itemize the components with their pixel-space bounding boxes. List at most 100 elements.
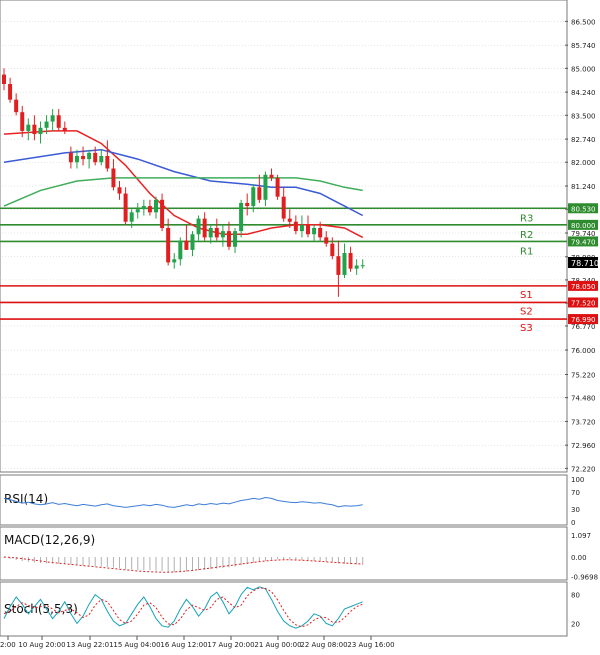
rsi-tick-label: 0 — [571, 519, 575, 527]
candle-body — [318, 227, 323, 238]
candle-body — [8, 83, 13, 100]
candle-body — [166, 227, 171, 263]
level-name-s2: S2 — [520, 306, 533, 317]
price-tick-label: 86.500 — [571, 18, 596, 26]
candle-body — [330, 243, 335, 257]
candle-body — [354, 265, 359, 269]
price-tick-label: 72.960 — [571, 442, 596, 450]
candle-body — [251, 187, 256, 207]
candle-body — [50, 115, 55, 122]
candle-body — [208, 227, 213, 238]
candle-body — [360, 265, 365, 267]
level-value-label: 76.990 — [571, 316, 596, 324]
chart-canvas: 86.500 85.740 85.000 84.240 83.500 82.740 82.0… — [0, 0, 600, 651]
candle-body — [147, 206, 152, 213]
rsi-tick-label: 30 — [571, 506, 580, 514]
candle-body — [342, 253, 347, 275]
current-price-marker: 78.710 — [568, 257, 599, 268]
level-value-label: 77.520 — [571, 299, 596, 307]
candle-body — [26, 124, 31, 131]
candle-body — [220, 231, 225, 238]
stoch-label: Stoch(5,5,3) — [4, 602, 78, 616]
candle-body — [257, 187, 262, 200]
level-value-label: 79.470 — [571, 238, 596, 246]
price-tick-label: 75.220 — [571, 371, 596, 379]
level-value-label: 80.000 — [571, 222, 596, 230]
candle-body — [14, 99, 19, 113]
price-tick-label: 76.000 — [571, 347, 596, 355]
candle-body — [263, 174, 268, 200]
price-tick-label: 82.740 — [571, 136, 596, 144]
candle-body — [87, 152, 92, 160]
candle-body — [81, 155, 86, 160]
macd-tick-label: -0.9698 — [571, 573, 598, 581]
level-name-r1: R1 — [520, 246, 533, 257]
candle-body — [105, 155, 110, 169]
candle-body — [93, 152, 98, 163]
level-name-r2: R2 — [520, 230, 533, 241]
candle-body — [245, 202, 250, 207]
candle-body — [123, 193, 128, 222]
price-tick-label: 83.500 — [571, 112, 596, 120]
macd-label: MACD(12,26,9) — [4, 533, 95, 547]
price-tick-label: 72.220 — [571, 465, 596, 473]
candle-body — [226, 231, 231, 247]
macd-tick-label: 0.00 — [571, 554, 587, 562]
candle-body — [32, 124, 37, 135]
candle-body — [38, 127, 43, 135]
level-value-label: 80.530 — [571, 205, 596, 213]
candle-body — [239, 202, 244, 232]
candle-body — [178, 240, 183, 260]
rsi-label: RSI(14) — [4, 492, 48, 506]
candle-body — [306, 224, 310, 235]
price-tick-label: 76.770 — [571, 323, 596, 331]
time-tick-label: 23 Aug 16:00 — [347, 641, 394, 649]
candle-body — [154, 199, 158, 213]
level-name-s1: S1 — [520, 290, 533, 301]
time-tick-label: 2:00 — [0, 641, 16, 649]
level-name-r3: R3 — [520, 213, 533, 224]
price-tick-label: 73.720 — [571, 418, 596, 426]
candle-body — [135, 209, 140, 213]
macd-tick-label: 1.097 — [571, 532, 591, 540]
time-tick-label: 22 Aug 08:00 — [300, 641, 347, 649]
candle-body — [117, 187, 122, 194]
rsi-tick-label: 70 — [571, 489, 580, 497]
price-tick-label: 82.000 — [571, 159, 596, 167]
candle-body — [172, 259, 177, 263]
candle-body — [312, 227, 317, 235]
candle-body — [160, 199, 165, 228]
candle-body — [324, 237, 329, 244]
candle-body — [141, 206, 146, 210]
candle-body — [184, 240, 189, 250]
rsi-tick-label: 100 — [571, 476, 584, 484]
stoch-tick-label: 20 — [571, 620, 580, 628]
time-tick-label: 17 Aug 20:00 — [207, 641, 254, 649]
candle-body — [129, 212, 134, 222]
current-price-label: 78.710 — [571, 259, 599, 268]
candle-body — [99, 155, 104, 163]
candle-body — [348, 253, 353, 269]
level-value-label: 78.050 — [571, 283, 596, 291]
candle-body — [190, 234, 195, 250]
candle-body — [269, 174, 274, 178]
candle-body — [62, 127, 67, 131]
time-tick-label: 16 Aug 12:00 — [160, 641, 207, 649]
price-tick-label: 74.480 — [571, 395, 596, 403]
candle-body — [111, 168, 116, 188]
price-tick-label: 85.740 — [571, 42, 596, 50]
candle-body — [20, 112, 25, 131]
candle-body — [293, 221, 298, 232]
candle-body — [68, 152, 73, 163]
candle-body — [196, 218, 201, 235]
chart-background — [0, 0, 600, 651]
candle-body — [281, 196, 286, 219]
time-tick-label: 21 Aug 00:00 — [254, 641, 301, 649]
candle-body — [275, 177, 280, 197]
forex-chart[interactable]: 86.500 85.740 85.000 84.240 83.500 82.740 82.0… — [0, 0, 600, 651]
candle-body — [214, 227, 219, 238]
candle-body — [287, 218, 292, 222]
candle-body — [336, 256, 341, 275]
candle-body — [56, 115, 61, 128]
price-tick-label: 85.000 — [571, 65, 596, 73]
